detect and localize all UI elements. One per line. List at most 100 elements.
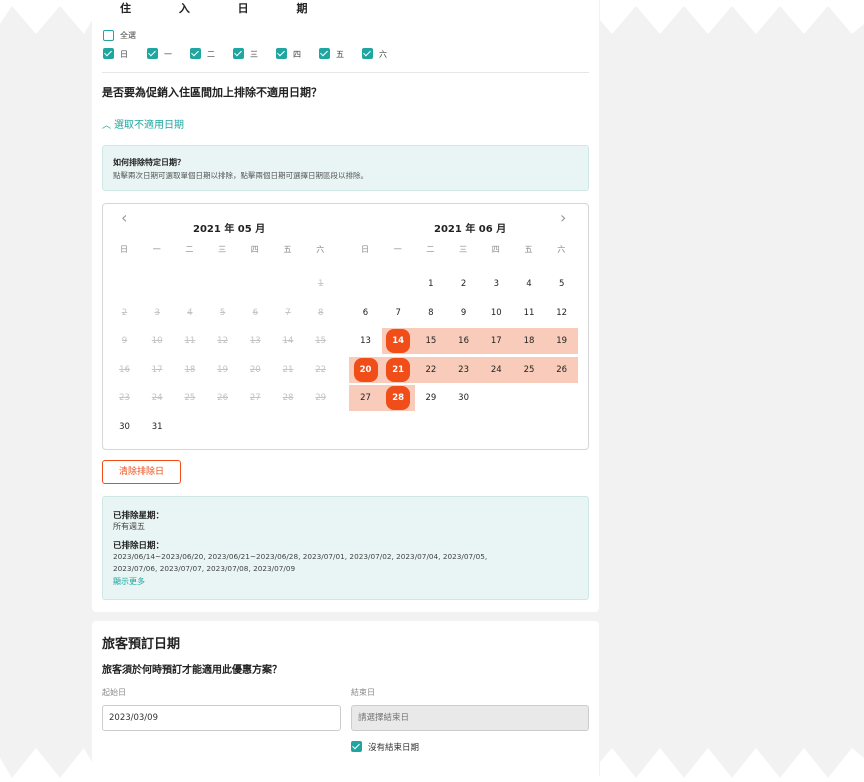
calendar-day[interactable]: 27 <box>349 385 382 411</box>
calendar-day[interactable]: 15 <box>414 328 448 354</box>
calendar-day-number: 7 <box>285 307 291 318</box>
excluded-dates-line-2: 2023/07/06, 2023/07/07, 2023/07/08, 2023… <box>113 564 296 573</box>
calendar-day[interactable]: 19 <box>545 328 579 354</box>
toggle-exclude-dates-link[interactable]: ︿ 選取不適用日期 <box>102 116 184 131</box>
calendar-day-number: 13 <box>360 336 371 346</box>
weekday-header: 六 <box>557 245 566 254</box>
calendar-day-number: 23 <box>119 393 130 403</box>
calendar-day-number: 25 <box>184 393 196 403</box>
calendar-day-number: 16 <box>458 336 469 346</box>
calendar-day[interactable]: 22 <box>414 356 448 383</box>
calendar-day[interactable]: 6 <box>349 300 382 326</box>
calendar-day-number: 27 <box>249 393 261 403</box>
weekday-label-sun: 日 <box>120 50 128 59</box>
show-more-link[interactable]: 顯示更多 <box>113 576 145 587</box>
calendar-day-number: 28 <box>386 386 411 410</box>
calendar-day[interactable]: 2 <box>447 271 480 297</box>
calendar-day[interactable]: 25 <box>512 356 546 383</box>
weekday-header: 日 <box>120 245 128 254</box>
calendar-day-number: 23 <box>458 364 469 375</box>
calendar-day-number: 11 <box>523 307 535 318</box>
calendar-day-number: 4 <box>526 279 532 289</box>
calendar-day: 19 <box>206 357 239 383</box>
calendar-day[interactable]: 21 <box>381 356 415 383</box>
calendar-day: 5 <box>206 300 239 326</box>
calendar-day[interactable]: 30 <box>447 385 480 411</box>
calendar-day-number: 8 <box>317 307 324 318</box>
calendar-day-number: 17 <box>151 364 163 375</box>
calendar-day: 29 <box>304 385 337 411</box>
weekday-label-wed: 三 <box>250 50 258 59</box>
prev-month-arrow-icon[interactable]: ‹ <box>121 208 127 227</box>
weekday-header: 四 <box>250 245 259 254</box>
calendar-day: 9 <box>108 328 141 354</box>
calendar-day[interactable]: 14 <box>381 328 415 354</box>
calendar-day[interactable]: 5 <box>545 271 578 297</box>
calendar-day-number: 20 <box>249 364 261 375</box>
calendar-day: 23 <box>108 385 141 411</box>
weekday-checkbox-tue[interactable] <box>190 48 201 59</box>
weekday-header: 一 <box>393 245 402 254</box>
howto-info-box: 如何排除特定日期？ 點擊兩次日期可選取單個日期以排除，點擊兩個日期可選擇日期區段… <box>102 145 589 191</box>
calendar-day[interactable]: 9 <box>447 300 480 326</box>
weekday-checkbox-fri[interactable] <box>319 48 330 59</box>
calendar-day[interactable]: 3 <box>480 271 513 297</box>
calendar-day[interactable]: 18 <box>512 328 546 354</box>
weekday-header: 四 <box>491 245 500 254</box>
calendar-day[interactable]: 17 <box>479 328 513 354</box>
calendar-day[interactable]: 29 <box>414 385 447 411</box>
calendar-day-number: 30 <box>458 393 469 403</box>
weekday-header: 日 <box>361 245 369 254</box>
calendar-day: 7 <box>272 300 305 326</box>
calendar-day-number: 1 <box>428 279 434 289</box>
calendar-day[interactable]: 10 <box>480 300 513 326</box>
calendar-day: 26 <box>206 385 239 411</box>
calendar-day: 3 <box>141 300 174 326</box>
weekday-checkbox-wed[interactable] <box>233 48 244 59</box>
calendar-day-number: 29 <box>425 393 437 403</box>
howto-text: 點擊兩次日期可選取單個日期以排除，點擊兩個日期可選擇日期區段以排除。 <box>113 171 368 180</box>
torn-edge-bottom <box>0 748 864 782</box>
calendar-day[interactable]: 23 <box>447 356 481 383</box>
weekday-checkbox-sun[interactable] <box>103 48 114 59</box>
calendar-day[interactable]: 7 <box>382 300 415 326</box>
calendar-day[interactable]: 8 <box>414 300 447 326</box>
calendar-day-number: 15 <box>315 336 327 346</box>
calendar-day-number: 12 <box>556 307 568 318</box>
calendar-day: 20 <box>239 357 272 383</box>
end-date-input[interactable] <box>351 705 589 731</box>
start-date-input[interactable] <box>102 705 341 731</box>
calendar-day-number: 2 <box>460 279 467 289</box>
calendar-day[interactable]: 16 <box>447 328 481 354</box>
next-month-arrow-icon[interactable]: › <box>560 208 566 227</box>
weekday-header: 五 <box>283 245 292 254</box>
calendar-day: 21 <box>272 357 305 383</box>
calendar-day[interactable]: 11 <box>513 300 546 326</box>
calendar-day: 22 <box>304 357 337 383</box>
calendar-day[interactable]: 4 <box>513 271 546 297</box>
calendar-day-number: 25 <box>523 364 535 375</box>
calendar-day[interactable]: 1 <box>414 271 447 297</box>
torn-edge-top <box>0 0 864 34</box>
calendar-day-number: 10 <box>490 307 502 318</box>
weekday-checkbox-mon[interactable] <box>147 48 158 59</box>
calendar-day-number: 10 <box>151 336 163 346</box>
clear-excluded-dates-button[interactable]: 清除排除日 <box>102 460 181 484</box>
calendar-day[interactable]: 24 <box>479 356 513 383</box>
calendar-day[interactable]: 12 <box>545 300 578 326</box>
calendar-day[interactable]: 30 <box>108 414 141 440</box>
calendar-day-number: 22 <box>315 364 327 375</box>
calendar-day[interactable]: 20 <box>349 356 382 383</box>
calendar-day[interactable]: 31 <box>141 414 174 440</box>
calendar-day[interactable]: 26 <box>545 356 579 383</box>
calendar-day: 2 <box>108 300 141 326</box>
calendar-day[interactable]: 28 <box>381 385 415 411</box>
calendar-day: 17 <box>141 357 174 383</box>
calendar-day[interactable]: 13 <box>349 328 382 354</box>
calendar-day-number: 26 <box>556 364 568 375</box>
calendar-day-number: 13 <box>249 336 261 346</box>
calendar-day-number: 18 <box>523 336 535 346</box>
weekday-checkbox-sat[interactable] <box>362 48 373 59</box>
weekday-checkbox-thu[interactable] <box>276 48 287 59</box>
calendar-day-number: 28 <box>282 393 294 403</box>
